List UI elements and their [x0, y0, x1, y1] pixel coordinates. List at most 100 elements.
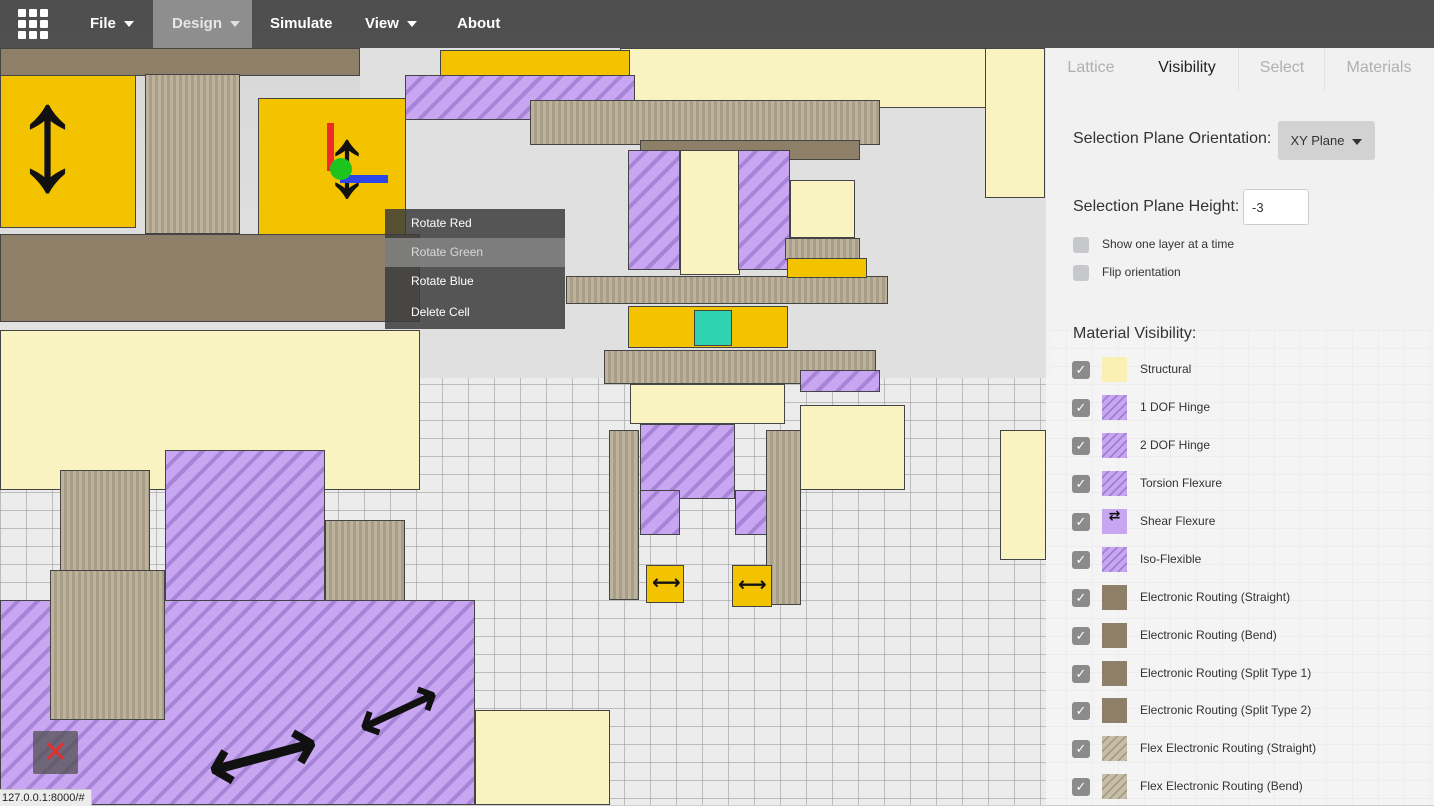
tab-materials[interactable]: Materials	[1324, 48, 1433, 90]
material-swatch	[1102, 623, 1127, 648]
material-row: ✓ ⇄ Shear Flexure	[1072, 502, 1432, 540]
material-label: 1 DOF Hinge	[1140, 400, 1211, 414]
material-row: ✓ Flex Electronic Routing (Straight)	[1072, 729, 1432, 767]
material-row: ✓ Flex Electronic Routing (Bend)	[1072, 767, 1432, 805]
tab-lattice[interactable]: Lattice	[1046, 48, 1136, 90]
menu-file-label: File	[90, 15, 116, 32]
material-checkbox[interactable]: ✓	[1072, 399, 1090, 417]
menu-view-label: View	[365, 15, 399, 32]
material-checkbox[interactable]: ✓	[1072, 551, 1090, 569]
cell-context-menu: Rotate Red Rotate Green Rotate Blue Dele…	[385, 209, 565, 329]
left-leg	[609, 430, 639, 600]
ceiling-block	[620, 48, 1040, 108]
material-label: Torsion Flexure	[1140, 476, 1223, 490]
material-checkbox[interactable]: ✓	[1072, 627, 1090, 645]
flip-orientation-label: Flip orientation	[1102, 265, 1181, 279]
plane-orientation-dropdown[interactable]: XY Plane	[1278, 121, 1375, 160]
material-label: 2 DOF Hinge	[1140, 438, 1211, 452]
material-label: Shear Flexure	[1140, 514, 1216, 528]
material-checkbox[interactable]: ✓	[1072, 361, 1090, 379]
rotate-green-item[interactable]: Rotate Green	[385, 238, 565, 267]
fg-structural-bottom	[475, 710, 610, 805]
grid-app-icon[interactable]	[18, 9, 48, 39]
flip-orientation-checkbox[interactable]	[1073, 265, 1089, 281]
material-checkbox[interactable]: ✓	[1072, 702, 1090, 720]
menu-about[interactable]: About	[443, 0, 514, 48]
material-swatch	[1102, 433, 1127, 458]
material-row: ✓ 1 DOF Hinge	[1072, 388, 1432, 426]
material-swatch	[1102, 357, 1127, 382]
material-row: ✓ Electronic Routing (Split Type 2)	[1072, 691, 1432, 729]
right-leg-hinge	[735, 490, 767, 535]
material-row: ✓ Torsion Flexure	[1072, 464, 1432, 502]
material-label: Electronic Routing (Straight)	[1140, 590, 1291, 604]
material-row: ✓ Electronic Routing (Bend)	[1072, 616, 1432, 654]
chevron-down-icon	[123, 21, 134, 28]
material-checkbox[interactable]: ✓	[1072, 740, 1090, 758]
center-torso	[640, 424, 735, 499]
menu-about-label: About	[457, 15, 501, 32]
material-row: ✓ Electronic Routing (Straight)	[1072, 578, 1432, 616]
fg-routing-top	[0, 48, 360, 76]
tab-visibility[interactable]: Visibility	[1136, 48, 1238, 90]
fg-up-down-arrow-icon: ↕	[10, 53, 85, 221]
rear-robot-top	[785, 238, 860, 260]
right-floor-block	[1000, 430, 1046, 560]
material-swatch	[1102, 774, 1127, 799]
ceiling-flex	[530, 100, 880, 145]
fg-flex-bottom-left	[50, 570, 165, 720]
material-label: Electronic Routing (Split Type 2)	[1140, 703, 1312, 717]
material-label: Electronic Routing (Bend)	[1140, 628, 1277, 642]
plane-orientation-value: XY Plane	[1290, 133, 1345, 148]
material-checkbox[interactable]: ✓	[1072, 665, 1090, 683]
menu-design[interactable]: Design	[153, 0, 252, 48]
material-swatch: ⇄	[1102, 508, 1127, 534]
material-checkbox[interactable]: ✓	[1072, 475, 1090, 493]
chevron-down-icon	[230, 21, 241, 28]
menu-simulate[interactable]: Simulate	[256, 0, 347, 48]
left-leg-hinge	[640, 490, 680, 535]
rotate-blue-item[interactable]: Rotate Blue	[385, 267, 565, 296]
material-checkbox[interactable]: ✓	[1072, 589, 1090, 607]
close-icon[interactable]: ✕	[33, 731, 78, 774]
visibility-panel: Lattice Visibility Select Materials Sele…	[1046, 48, 1434, 805]
tab-select[interactable]: Select	[1238, 48, 1325, 90]
material-row: ✓ Electronic Routing (Split Type 1)	[1072, 654, 1432, 692]
material-label: Flex Electronic Routing (Straight)	[1140, 741, 1317, 755]
material-checkbox[interactable]: ✓	[1072, 778, 1090, 796]
material-swatch	[1102, 661, 1127, 686]
plane-orientation-label: Selection Plane Orientation:	[1073, 130, 1272, 147]
status-url: 127.0.0.1:8000/#	[0, 789, 92, 806]
center-plate	[566, 276, 888, 304]
material-swatch	[1102, 395, 1127, 420]
rear-robot-legs	[800, 405, 905, 490]
menu-view[interactable]: View	[351, 0, 431, 48]
material-label: Electronic Routing (Split Type 1)	[1140, 666, 1312, 680]
center-column	[680, 150, 740, 275]
material-swatch	[1102, 698, 1127, 723]
menu-file[interactable]: File	[76, 0, 148, 48]
delete-cell-item[interactable]: Delete Cell	[385, 296, 565, 329]
rear-robot-actuator	[787, 258, 867, 278]
material-swatch	[1102, 736, 1127, 761]
rotate-red-item[interactable]: Rotate Red	[385, 209, 565, 238]
menu-simulate-label: Simulate	[270, 15, 333, 32]
material-swatch	[1102, 471, 1127, 496]
center-hinge-left	[628, 150, 680, 270]
material-row: ✓ Structural	[1072, 350, 1432, 388]
material-swatch	[1102, 585, 1127, 610]
material-swatch	[1102, 547, 1127, 572]
material-checkbox[interactable]: ✓	[1072, 513, 1090, 531]
show-one-layer-checkbox[interactable]	[1073, 237, 1089, 253]
chevron-down-icon	[1352, 138, 1363, 145]
right-foot-arrow-icon: ⟷	[738, 574, 767, 596]
material-checkbox[interactable]: ✓	[1072, 437, 1090, 455]
rear-robot-body	[790, 180, 855, 238]
material-label: Iso-Flexible	[1140, 552, 1202, 566]
green-axis-handle-icon	[330, 158, 352, 180]
fg-routing-beam	[0, 234, 420, 322]
plane-height-input[interactable]	[1243, 189, 1309, 225]
material-label: Structural	[1140, 362, 1192, 376]
left-foot-arrow-icon: ⟷	[652, 572, 681, 594]
plane-height-label: Selection Plane Height:	[1073, 198, 1240, 215]
